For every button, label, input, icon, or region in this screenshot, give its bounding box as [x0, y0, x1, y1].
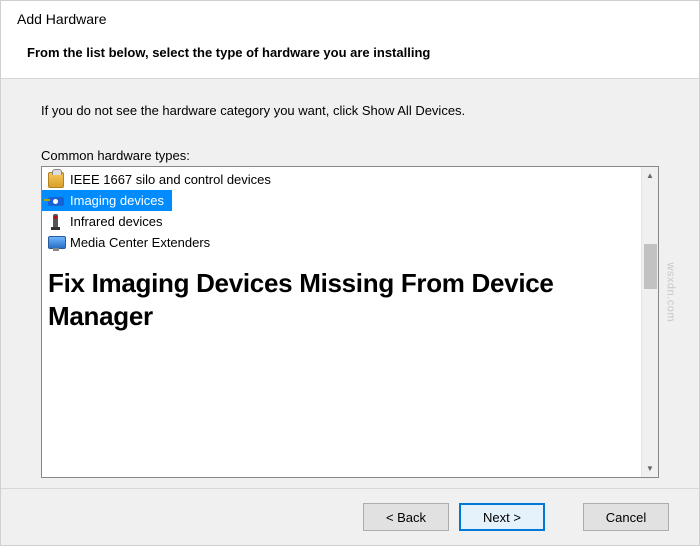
add-hardware-dialog: Add Hardware From the list below, select… [0, 0, 700, 546]
dialog-instruction: From the list below, select the type of … [17, 45, 683, 60]
list-item-media-center[interactable]: Media Center Extenders [42, 232, 641, 253]
media-center-icon [48, 235, 64, 251]
watermark: wsxdn.com [665, 262, 677, 322]
back-button[interactable]: < Back [363, 503, 449, 531]
list-inner: IEEE 1667 silo and control devices Imagi… [42, 167, 641, 477]
scrollbar[interactable]: ▲ ▼ [641, 167, 658, 477]
list-item-label: Infrared devices [70, 214, 163, 229]
hardware-list-wrap: IEEE 1667 silo and control devices Imagi… [41, 166, 659, 478]
dialog-header: Add Hardware From the list below, select… [1, 1, 699, 78]
next-button[interactable]: Next > [459, 503, 545, 531]
list-item-label: Media Center Extenders [70, 235, 210, 250]
overlay-caption: Fix Imaging Devices Missing From Device … [42, 253, 641, 338]
hardware-listbox[interactable]: IEEE 1667 silo and control devices Imagi… [41, 166, 659, 478]
imaging-devices-icon [48, 193, 64, 209]
infrared-icon [48, 214, 64, 230]
dialog-title: Add Hardware [17, 11, 683, 27]
scroll-track[interactable] [642, 184, 659, 460]
scroll-up-button[interactable]: ▲ [642, 167, 659, 184]
scroll-thumb[interactable] [644, 244, 657, 289]
scroll-down-button[interactable]: ▼ [642, 460, 659, 477]
ieee-silo-icon [48, 172, 64, 188]
dialog-content: If you do not see the hardware category … [1, 79, 699, 488]
info-text: If you do not see the hardware category … [41, 103, 659, 118]
list-label: Common hardware types: [41, 148, 659, 163]
dialog-footer: < Back Next > Cancel [1, 488, 699, 545]
list-item-ieee-silo[interactable]: IEEE 1667 silo and control devices [42, 169, 641, 190]
button-gap [555, 503, 573, 531]
list-item-label: Imaging devices [70, 193, 164, 208]
list-item-imaging-devices[interactable]: Imaging devices [42, 190, 172, 211]
list-item-infrared[interactable]: Infrared devices [42, 211, 641, 232]
list-item-label: IEEE 1667 silo and control devices [70, 172, 271, 187]
cancel-button[interactable]: Cancel [583, 503, 669, 531]
